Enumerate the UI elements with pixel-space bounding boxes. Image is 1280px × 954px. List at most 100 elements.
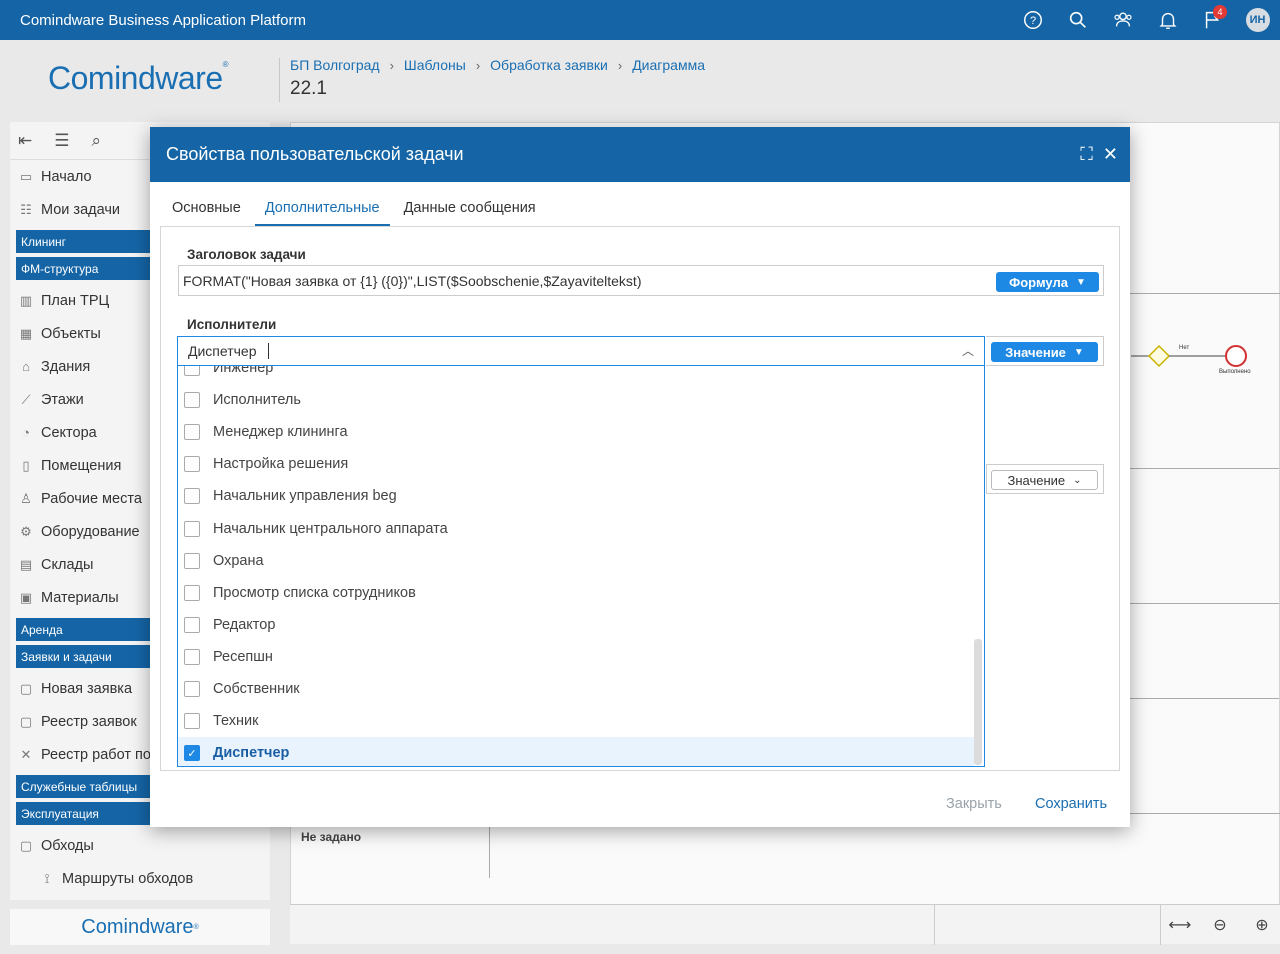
person-icon: ♙ (20, 490, 32, 506)
dropdown-option-label: Настройка решения (213, 456, 349, 473)
dropdown-option[interactable]: Собственник (178, 673, 974, 705)
top-bar: Comindware Business Application Platform… (0, 0, 1280, 40)
chevron-up-icon[interactable]: ︿ (962, 342, 974, 359)
lane-label-unassigned: Не задано (301, 830, 362, 844)
search-icon[interactable] (1055, 0, 1100, 40)
notification-badge: 4 (1213, 5, 1227, 19)
breadcrumb: БП Волгоград › Шаблоны › Обработка заявк… (290, 57, 705, 73)
checkbox-icon[interactable] (184, 616, 200, 633)
building-icon: ▦ (19, 325, 33, 341)
dialog-header-buttons: ⛶ ✕ (1080, 145, 1118, 163)
task-title-value: FORMAT("Новая заявка от {1} ({0})",LIST(… (183, 272, 642, 289)
checkbox-icon[interactable] (184, 520, 200, 537)
page-header: Comindware® БП Волгоград › Шаблоны › Обр… (0, 40, 1280, 118)
task-title-input[interactable]: FORMAT("Новая заявка от {1} ({0})",LIST(… (178, 265, 1104, 296)
performers-dropdown[interactable]: Инженер Исполнитель Менеджер клининга Настр… (177, 366, 985, 767)
formula-mode-button[interactable]: Формула ▼ (996, 272, 1099, 292)
checkbox-icon[interactable] (184, 681, 200, 697)
form-icon: ▢ (19, 680, 33, 696)
dropdown-option[interactable]: Ресепшн (178, 641, 974, 673)
task-title-label: Заголовок задачи (187, 247, 306, 262)
dropdown-option[interactable]: Начальник центрального аппарата (178, 513, 974, 545)
map-icon: ▥ (19, 292, 33, 308)
help-icon[interactable]: ? (1010, 0, 1055, 40)
zoom-in-icon[interactable]: ⊕ (1250, 913, 1274, 937)
breadcrumb-item[interactable]: Диаграмма (632, 57, 705, 73)
close-icon[interactable]: ✕ (1103, 145, 1118, 163)
tab-basic[interactable]: Основные (162, 192, 251, 226)
save-button[interactable]: Сохранить (1035, 796, 1107, 812)
avatar-button[interactable]: ИН (1235, 0, 1280, 40)
collapse-icon[interactable]: ⇤ (18, 131, 32, 151)
checkbox-icon[interactable] (184, 424, 200, 441)
bottom-divider (934, 905, 935, 945)
dropdown-option-label: Охрана (213, 552, 264, 569)
registry-icon: ▢ (19, 713, 33, 729)
dropdown-option[interactable]: Просмотр списка сотрудников (178, 577, 974, 609)
tab-additional[interactable]: Дополнительные (254, 192, 390, 226)
checkbox-icon[interactable] (184, 584, 200, 601)
dropdown-option[interactable]: Менеджер клининга (178, 416, 974, 448)
checkbox-icon[interactable] (184, 648, 200, 665)
canvas-bottom-bar: ⟷ ⊖ ⊕ (290, 904, 1280, 945)
chevron-down-icon: ⌄ (1073, 474, 1082, 486)
dropdown-option[interactable]: Начальник управления beg (178, 480, 974, 512)
dropdown-option[interactable]: Исполнитель (178, 384, 974, 416)
dialog-footer: Закрыть Сохранить (150, 782, 1130, 827)
dialog-header: Свойства пользовательской задачи ⛶ ✕ (150, 127, 1130, 182)
route-icon: ⟟ (44, 870, 50, 886)
performers-label: Исполнители (187, 317, 277, 332)
sidebar-item-routes[interactable]: ⟟ Маршруты обходов (10, 862, 270, 895)
dropdown-option-label: Менеджер клининга (213, 424, 348, 441)
bpmn-label-no: Нет (1179, 345, 1190, 351)
checkbox-icon[interactable] (184, 366, 200, 376)
bell-icon[interactable] (1145, 0, 1190, 40)
dropdown-option[interactable]: Редактор (178, 609, 974, 641)
checkbox-icon[interactable] (184, 488, 200, 505)
users-icon[interactable] (1100, 0, 1145, 40)
flag-icon[interactable]: 4 (1190, 0, 1235, 40)
dropdown-option-label: Диспетчер (213, 745, 290, 762)
dialog-title: Свойства пользовательской задачи (166, 144, 464, 164)
dropdown-option-label: Исполнитель (213, 392, 301, 409)
page-title: 22.1 (290, 78, 327, 99)
fit-width-icon[interactable]: ⟷ (1168, 913, 1192, 937)
list-icon[interactable]: ☰ (54, 131, 69, 151)
avatar: ИН (1245, 8, 1270, 32)
zoom-out-icon[interactable]: ⊖ (1208, 913, 1232, 937)
gear-icon: ⚙ (20, 523, 32, 539)
close-button[interactable]: Закрыть (946, 796, 1002, 812)
chevron-down-icon: ▼ (1073, 346, 1084, 358)
dropdown-option[interactable]: ✓ Диспетчер (178, 737, 974, 766)
maximize-icon[interactable]: ⛶ (1080, 145, 1093, 163)
dropdown-option[interactable]: Охрана (178, 545, 974, 577)
breadcrumb-item[interactable]: Шаблоны (404, 57, 466, 73)
checkbox-icon[interactable] (184, 713, 200, 730)
dropdown-option[interactable]: Инженер (178, 366, 974, 384)
checkbox-icon[interactable] (184, 392, 200, 409)
breadcrumb-item[interactable]: БП Волгоград (290, 57, 380, 73)
sidebar-item-rounds[interactable]: ▢ Обходы (10, 829, 270, 862)
checkbox-checked-icon[interactable]: ✓ (184, 745, 200, 762)
third-mode-button[interactable]: Значение ⌄ (991, 470, 1098, 490)
chevron-down-icon: ▼ (1075, 276, 1086, 288)
home-outline-icon: ▭ (19, 168, 33, 184)
checkbox-icon[interactable] (184, 456, 200, 473)
checkbox-icon[interactable] (184, 552, 200, 569)
dropdown-option-label: Начальник центрального аппарата (213, 520, 448, 537)
performers-selected-value: Диспетчер (188, 343, 257, 359)
breadcrumb-item[interactable]: Обработка заявки (490, 57, 608, 73)
performers-select[interactable]: Диспетчер ︿ (177, 336, 985, 366)
dropdown-option[interactable]: Техник (178, 705, 974, 737)
dropdown-option[interactable]: Настройка решения (178, 448, 974, 480)
tab-message-data[interactable]: Данные сообщения (394, 192, 546, 226)
performers-mode-button[interactable]: Значение ▼ (991, 342, 1098, 362)
dialog-tabs: Основные Дополнительные Данные сообщения (162, 192, 550, 226)
list-icon: ☷ (20, 201, 32, 217)
search-icon[interactable]: ⌕ (92, 131, 102, 151)
dropdown-option-label: Техник (213, 713, 259, 730)
dropdown-scrollbar[interactable] (974, 639, 982, 765)
dropdown-option-label: Просмотр списка сотрудников (213, 584, 416, 601)
house-icon: ⌂ (22, 359, 30, 374)
text-cursor (268, 343, 270, 359)
